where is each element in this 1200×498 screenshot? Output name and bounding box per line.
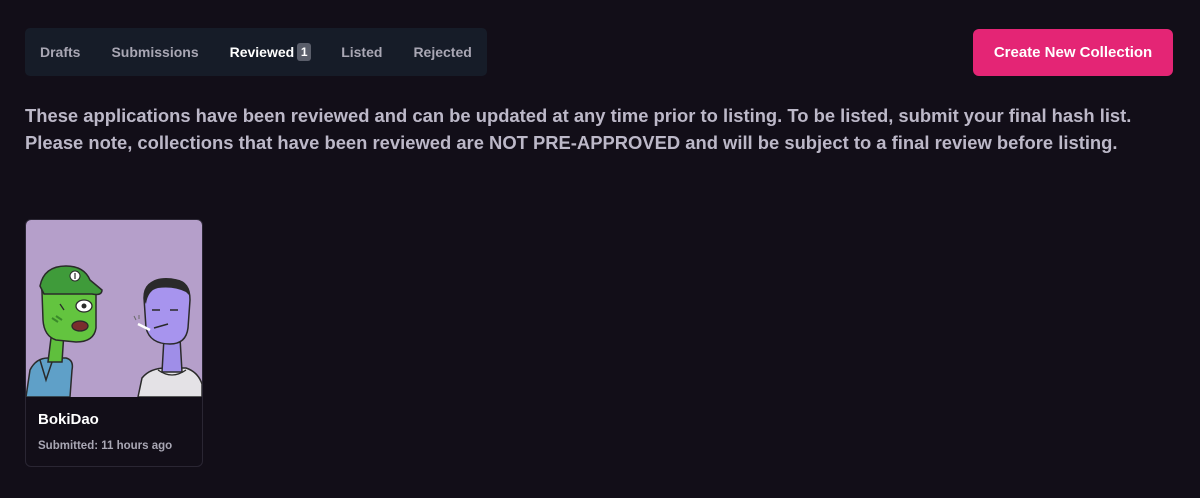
create-new-collection-button[interactable]: Create New Collection	[973, 29, 1173, 76]
tab-rejected-label: Rejected	[413, 44, 472, 60]
collection-artwork-image	[26, 220, 202, 397]
tab-submissions-label: Submissions	[111, 44, 199, 60]
reviewed-description: These applications have been reviewed an…	[25, 105, 1132, 153]
tab-drafts[interactable]: Drafts	[40, 44, 80, 60]
collection-name: BokiDao	[38, 411, 99, 428]
tab-submissions[interactable]: Submissions	[111, 44, 198, 60]
tab-reviewed-label: Reviewed	[229, 44, 295, 60]
reviewed-count-badge: 1	[297, 43, 312, 61]
tab-drafts-label: Drafts	[40, 44, 81, 60]
tab-rejected[interactable]: Rejected	[413, 44, 471, 60]
collection-card[interactable]: BokiDao Submitted: 11 hours ago	[25, 219, 203, 467]
collection-submitted-time: Submitted: 11 hours ago	[38, 440, 173, 452]
tab-listed-label: Listed	[341, 44, 383, 60]
status-tabs: Drafts Submissions Reviewed 1 Listed Rej…	[25, 28, 487, 76]
tab-reviewed[interactable]: Reviewed 1	[230, 43, 312, 61]
tab-listed[interactable]: Listed	[341, 44, 382, 60]
